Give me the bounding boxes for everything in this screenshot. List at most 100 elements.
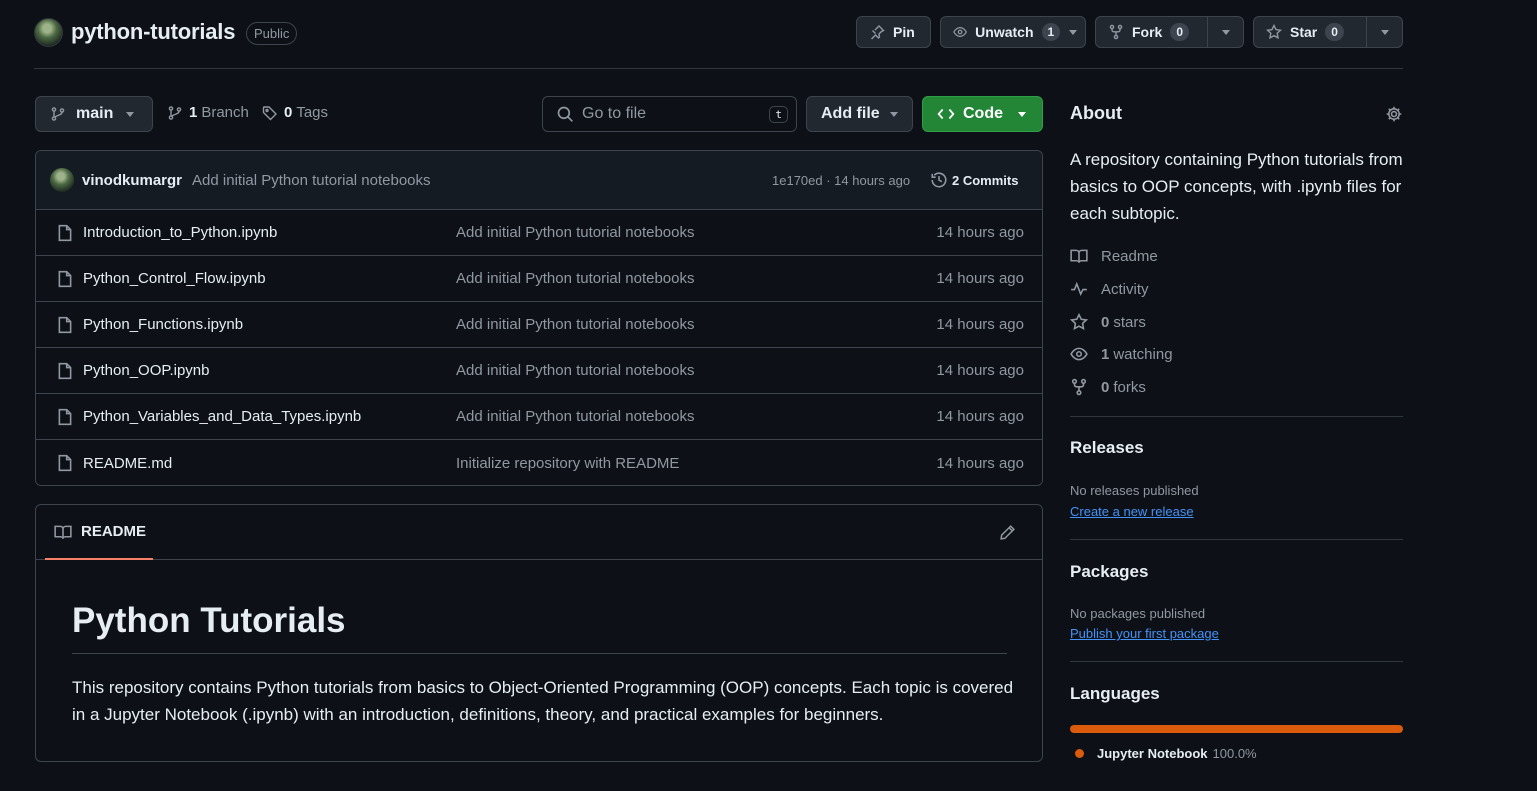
branch-selector[interactable]: main [35,96,153,132]
gear-icon[interactable] [1385,105,1403,123]
go-to-file-placeholder: Go to file [582,105,647,122]
commit-meta[interactable]: 1e170ed · 14 hours ago [772,173,910,188]
commit-author[interactable]: vinodkumargr [82,172,182,189]
file-commit-message[interactable]: Add initial Python tutorial notebooks [456,270,694,287]
watching-count: 1 [1101,345,1110,363]
fork-button[interactable]: Fork 0 [1095,16,1244,48]
branch-name: main [76,105,114,122]
file-commit-date: 14 hours ago [936,362,1024,379]
chevron-down-icon [126,111,134,117]
readme-tabbar: README [36,505,1042,560]
publish-package-link[interactable]: Publish your first package [1070,626,1219,641]
file-commit-date: 14 hours ago [936,408,1024,425]
pencil-icon[interactable] [999,524,1016,541]
file-icon [58,362,72,379]
releases-heading[interactable]: Releases [1070,438,1144,458]
star-label: Star [1290,24,1318,40]
readme-body: This repository contains Python tutorial… [72,678,1014,724]
star-icon [1266,24,1282,40]
file-row[interactable]: Python_Functions.ipynb Add initial Python… [36,302,1042,348]
unwatch-label: Unwatch [975,24,1034,40]
fork-dropdown[interactable] [1207,17,1243,47]
stars-label: stars [1113,313,1146,331]
file-row[interactable]: Python_Control_Flow.ipynb Add initial Pyt… [36,256,1042,302]
readme-link[interactable]: Readme [1070,247,1158,265]
pin-label: Pin [893,24,915,40]
tag-count: 0 [284,104,293,121]
go-to-file-input[interactable]: Go to file t [542,96,797,132]
file-name[interactable]: Python_OOP.ipynb [83,362,209,379]
book-icon [54,525,72,539]
file-row[interactable]: Python_Variables_and_Data_Types.ipynb Add… [36,394,1042,440]
sidebar-divider [1070,539,1403,540]
commit-author-avatar[interactable] [50,168,74,192]
tag-icon [262,105,277,120]
file-commit-date: 14 hours ago [936,270,1024,287]
file-name[interactable]: Python_Variables_and_Data_Types.ipynb [83,408,361,425]
add-file-label: Add file [821,105,880,122]
file-name[interactable]: Introduction_to_Python.ipynb [83,224,277,241]
star-counter: 0 [1325,23,1344,41]
file-name[interactable]: Python_Control_Flow.ipynb [83,270,266,287]
file-commit-message[interactable]: Add initial Python tutorial notebooks [456,408,694,425]
file-name[interactable]: Python_Functions.ipynb [83,316,243,333]
commits-link[interactable]: 2 Commits [930,171,1018,189]
fork-icon [1109,24,1123,40]
add-file-button[interactable]: Add file [806,96,913,132]
tab-readme[interactable]: README [45,505,153,560]
star-dropdown[interactable] [1366,17,1402,47]
unwatch-button[interactable]: Unwatch 1 [940,16,1086,48]
fork-counter: 0 [1170,23,1190,41]
pin-icon [871,25,885,40]
pin-button[interactable]: Pin [856,16,931,48]
watching-link[interactable]: 1 watching [1070,345,1173,363]
branch-icon [168,105,182,120]
book-icon [1070,249,1088,263]
file-commit-message[interactable]: Add initial Python tutorial notebooks [456,316,694,333]
activity-link[interactable]: Activity [1070,280,1149,298]
unwatch-dropdown[interactable] [1060,29,1085,35]
file-commit-message[interactable]: Initialize repository with README [456,455,679,472]
language-dot [1075,749,1084,758]
history-icon [931,172,947,188]
forks-label: forks [1113,378,1146,396]
branch-icon [51,107,65,121]
readme-link-label: Readme [1101,247,1158,265]
eye-icon [953,26,967,38]
fork-label: Fork [1132,24,1163,40]
branches-link[interactable]: 1 Branch [167,104,249,121]
file-icon [58,224,72,241]
branch-count-label: Branch [201,104,249,121]
releases-status: No releases published [1070,483,1199,498]
sidebar-divider [1070,416,1403,417]
file-name[interactable]: README.md [83,455,172,472]
file-icon [58,408,72,425]
file-row[interactable]: README.md Initialize repository with READ… [36,440,1042,485]
file-row[interactable]: Introduction_to_Python.ipynb Add initial … [36,210,1042,256]
search-icon [557,106,573,122]
readme-panel: README Python Tutorials This repository … [35,504,1043,762]
about-heading: About [1070,103,1122,123]
tags-link[interactable]: 0 Tags [262,104,328,121]
code-button[interactable]: Code [922,96,1043,132]
star-icon [1070,313,1088,330]
stars-link[interactable]: 0 stars [1070,313,1146,331]
readme-heading-divider [72,653,1007,654]
commit-message[interactable]: Add initial Python tutorial notebooks [192,172,430,189]
create-release-link[interactable]: Create a new release [1070,504,1194,519]
forks-link[interactable]: 0 forks [1070,378,1146,396]
star-button[interactable]: Star 0 [1253,16,1403,48]
repo-name[interactable]: python-tutorials [71,19,235,45]
repo-owner-avatar[interactable] [34,18,63,47]
header-divider [34,68,1403,69]
file-commit-message[interactable]: Add initial Python tutorial notebooks [456,362,694,379]
file-commit-message[interactable]: Add initial Python tutorial notebooks [456,224,694,241]
language-item[interactable]: Jupyter Notebook 100.0% [1075,746,1257,761]
about-description: A repository containing Python tutorials… [1070,150,1403,223]
readme-tab-label: README [81,523,147,540]
packages-heading[interactable]: Packages [1070,562,1148,582]
file-row[interactable]: Python_OOP.ipynb Add initial Python tutor… [36,348,1042,394]
eye-icon [1070,347,1088,361]
language-bar [1070,725,1403,733]
file-commit-date: 14 hours ago [936,316,1024,333]
